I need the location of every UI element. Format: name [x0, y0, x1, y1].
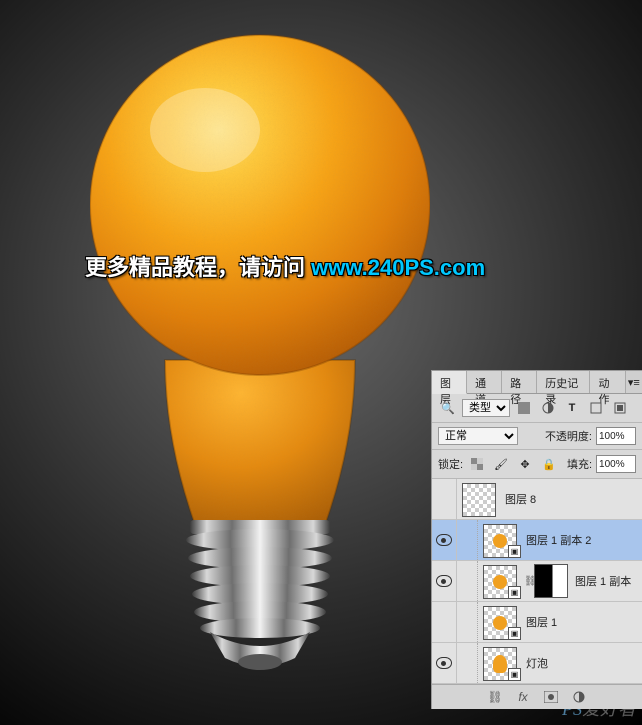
clip-indent [457, 561, 478, 601]
lock-all-icon[interactable]: 🔒 [539, 454, 559, 474]
visibility-toggle[interactable] [432, 520, 457, 560]
promo-text: 更多精品教程，请访问 www.240PS.com [85, 250, 485, 282]
clip-indent [457, 520, 478, 560]
promo-url: www.240PS.com [311, 255, 485, 280]
layer-mask-thumbnail[interactable] [534, 564, 568, 598]
mask-link-icon[interactable]: ⛓ [524, 576, 534, 587]
tab-paths[interactable]: 路径 [502, 371, 537, 393]
smart-object-badge: ▣ [508, 545, 521, 558]
lock-pixels-icon[interactable]: 🖌 [491, 454, 511, 474]
clip-indent [457, 643, 478, 683]
canvas-background: 更多精品教程，请访问 www.240PS.com PS爱好者 图层 通道 路径 … [0, 0, 642, 725]
bulb-artwork [90, 20, 430, 675]
adjustment-layer-icon[interactable] [571, 689, 587, 705]
layer-thumbnail[interactable] [462, 483, 496, 517]
filter-text-icon[interactable]: T [562, 398, 582, 418]
layers-bottom-toolbar: ⛓ fx [432, 684, 642, 709]
layer-name[interactable]: 图层 1 副本 2 [524, 532, 642, 548]
layer-row[interactable]: ▣ 图层 1 [432, 602, 642, 643]
smart-object-badge: ▣ [508, 586, 521, 599]
smart-object-badge: ▣ [508, 668, 521, 681]
lock-row: 锁定: 🖌 ✥ 🔒 填充: 100% [432, 450, 642, 479]
visibility-toggle[interactable] [432, 479, 457, 519]
layer-row[interactable]: ▣ 图层 1 副本 2 [432, 520, 642, 561]
panel-menu-icon[interactable]: ▾≡ [626, 371, 642, 393]
tab-actions[interactable]: 动作 [590, 371, 625, 393]
fill-input[interactable]: 100% [596, 455, 636, 473]
promo-text-prefix: 更多精品教程，请访问 [85, 255, 311, 280]
visibility-toggle[interactable] [432, 561, 457, 601]
filter-type-select[interactable]: 类型 [462, 399, 510, 417]
filter-shape-icon[interactable] [586, 398, 606, 418]
filter-adjust-icon[interactable] [538, 398, 558, 418]
blend-mode-row: 正常 不透明度: 100% [432, 423, 642, 450]
filter-pixel-icon[interactable] [514, 398, 534, 418]
fill-label: 填充: [567, 456, 592, 472]
layers-list: 图层 8 ▣ 图层 1 副本 2 ▣ ⛓ 图层 1 副本 [432, 479, 642, 684]
lock-transparent-icon[interactable] [467, 454, 487, 474]
link-layers-icon[interactable]: ⛓ [487, 689, 503, 705]
blend-mode-select[interactable]: 正常 [438, 427, 518, 445]
filter-smart-icon[interactable] [610, 398, 630, 418]
tab-channels[interactable]: 通道 [467, 371, 502, 393]
layer-name[interactable]: 灯泡 [524, 655, 642, 671]
fx-icon[interactable]: fx [515, 689, 531, 705]
smart-object-badge: ▣ [508, 627, 521, 640]
add-mask-icon[interactable] [543, 689, 559, 705]
clip-indent [457, 602, 478, 642]
tab-history[interactable]: 历史记录 [537, 371, 590, 393]
opacity-input[interactable]: 100% [596, 427, 636, 445]
layer-row[interactable]: ▣ ⛓ 图层 1 副本 [432, 561, 642, 602]
layers-panel: 图层 通道 路径 历史记录 动作 ▾≡ 🔍 类型 T 正常 不透明度: 100%… [431, 370, 642, 709]
panel-tabs: 图层 通道 路径 历史记录 动作 ▾≡ [432, 371, 642, 394]
visibility-toggle[interactable] [432, 643, 457, 683]
layer-row[interactable]: 图层 8 [432, 479, 642, 520]
lock-position-icon[interactable]: ✥ [515, 454, 535, 474]
layer-name[interactable]: 图层 1 副本 [573, 573, 642, 589]
tab-layers[interactable]: 图层 [432, 371, 467, 394]
lock-label: 锁定: [438, 456, 463, 472]
filter-kind-icon[interactable]: 🔍 [438, 398, 458, 418]
layer-name[interactable]: 图层 1 [524, 614, 642, 630]
opacity-label: 不透明度: [545, 428, 592, 444]
layer-filter-row: 🔍 类型 T [432, 394, 642, 423]
layer-name[interactable]: 图层 8 [503, 491, 642, 507]
visibility-toggle[interactable] [432, 602, 457, 642]
layer-row[interactable]: ▣ 灯泡 [432, 643, 642, 684]
